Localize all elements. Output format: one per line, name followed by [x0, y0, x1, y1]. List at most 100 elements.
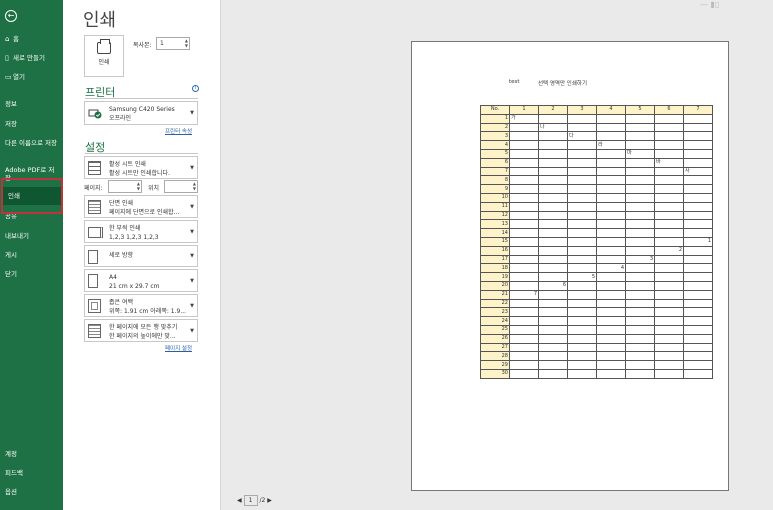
table-cell: [509, 157, 539, 168]
table-cell: [509, 148, 539, 159]
sidebar-item-feedback[interactable]: 피드백: [0, 469, 63, 477]
table-cell: 6: [538, 280, 568, 291]
table-cell: [567, 166, 597, 177]
table-row: 27: [480, 342, 713, 353]
table-cell: [654, 316, 684, 326]
table-row: 23: [480, 307, 713, 318]
table-row: 18 4: [480, 263, 713, 274]
table-row: 14: [480, 228, 713, 238]
table-cell: [596, 245, 626, 256]
table-cell: 1: [683, 236, 713, 247]
table-cell: [538, 210, 568, 221]
pages-to-input[interactable]: ▲ ▼: [164, 180, 198, 193]
table-cell: [654, 333, 684, 344]
table-cell: [596, 166, 626, 177]
table-cell: [538, 307, 568, 318]
copies-input[interactable]: 1 ▲ ▼: [156, 37, 190, 50]
table-row: 3다: [480, 131, 713, 142]
table-row: 20 6: [480, 280, 713, 291]
table-cell: [683, 351, 713, 362]
table-cell: [654, 192, 684, 203]
table-cell: [596, 298, 626, 309]
table-cell: [596, 324, 626, 335]
table-cell: [567, 113, 597, 124]
table-cell: [567, 175, 597, 186]
row-number-cell: 22: [480, 298, 510, 309]
table-row: 16 2: [480, 245, 713, 256]
table-cell: 7: [509, 289, 539, 300]
sidebar-item-account[interactable]: 계정: [0, 450, 63, 458]
current-page-input[interactable]: 1: [243, 495, 258, 506]
dropdown-arrow-icon: ▼: [190, 277, 194, 284]
table-cell: [625, 175, 655, 186]
table-cell: [683, 122, 713, 133]
dropdown-arrow-icon: ▼: [190, 302, 194, 309]
print-button[interactable]: 인쇄: [84, 35, 124, 77]
info-icon[interactable]: i: [192, 85, 199, 92]
table-header: No.: [480, 105, 510, 115]
table-row: 10: [480, 192, 713, 203]
sidebar-item-open[interactable]: ▭열기: [0, 73, 63, 81]
table-cell: [538, 166, 568, 177]
sidebar-item-save-as[interactable]: 다른 이름으로 저장: [0, 139, 58, 147]
sidebar-item-home[interactable]: ⌂ 홈: [0, 35, 63, 43]
sidebar-item-save[interactable]: 저장: [0, 120, 63, 128]
table-cell: [567, 219, 597, 230]
paper-size-select[interactable]: A4 21 cm x 29.7 cm ▼: [84, 269, 198, 292]
spin-arrows-icon[interactable]: ▲ ▼: [193, 181, 196, 191]
table-cell: [683, 333, 713, 344]
table-cell: [683, 307, 713, 318]
orientation-select[interactable]: 세로 방향 ▼: [84, 245, 198, 267]
row-number-cell: 20: [480, 280, 510, 291]
table-cell: [625, 368, 655, 379]
sides-select[interactable]: 단면 인쇄 페이지에 단면으로 인쇄합... ▼: [84, 195, 198, 218]
sidebar-item-publish[interactable]: 게시: [0, 251, 63, 259]
collation-select[interactable]: 한 부씩 인쇄 1,2,3 1,2,3 1,2,3 ▼: [84, 220, 198, 243]
row-number-cell: 21: [480, 289, 510, 300]
table-cell: [683, 360, 713, 370]
table-cell: [654, 148, 684, 159]
sidebar-item-export[interactable]: 내보내기: [0, 232, 63, 240]
row-number-cell: 17: [480, 254, 510, 265]
page-setup-link[interactable]: 페이지 설정: [165, 344, 192, 352]
table-cell: [596, 254, 626, 265]
to-label: 위치: [148, 185, 160, 192]
sidebar-item-new[interactable]: ▯ 새로 만들기: [0, 54, 63, 62]
table-cell: [567, 298, 597, 309]
table-cell: [596, 360, 626, 370]
spin-arrows-icon[interactable]: ▲ ▼: [137, 181, 140, 191]
row-number-cell: 9: [480, 184, 510, 194]
print-what-select[interactable]: 활성 시트 인쇄 활성 시트만 인쇄합니다. ▼: [84, 156, 198, 179]
total-pages: /2: [259, 497, 266, 504]
table-cell: [625, 351, 655, 362]
sidebar-item-options[interactable]: 옵션: [0, 488, 63, 496]
printer-properties-link[interactable]: 프린터 속성: [165, 127, 192, 135]
table-cell: [654, 342, 684, 353]
next-page-icon[interactable]: ▶: [267, 497, 272, 504]
row-number-cell: 8: [480, 175, 510, 186]
table-cell: [567, 289, 597, 300]
sidebar-item-close[interactable]: 닫기: [0, 270, 63, 278]
table-cell: [538, 131, 568, 142]
table-cell: [538, 298, 568, 309]
prev-page-icon[interactable]: ◀: [237, 497, 242, 504]
table-cell: [683, 245, 713, 256]
table-cell: [596, 192, 626, 203]
table-cell: [625, 272, 655, 282]
table-cell: [509, 122, 539, 133]
sidebar-item-info[interactable]: 정보: [0, 100, 63, 108]
row-number-cell: 18: [480, 263, 510, 274]
table-cell: [596, 280, 626, 291]
table-cell: [625, 184, 655, 194]
back-arrow-icon[interactable]: ←: [5, 10, 17, 22]
pages-from-input[interactable]: ▲ ▼: [108, 180, 142, 193]
table-cell: [625, 131, 655, 142]
row-number-cell: 5: [480, 148, 510, 159]
row-number-cell: 2: [480, 122, 510, 133]
divider: [85, 98, 198, 99]
margins-select[interactable]: 좁은 여백 위쪽: 1.91 cm 아래쪽: 1.9... ▼: [84, 294, 198, 317]
printer-select[interactable]: Samsung C420 Series 오프라인 ▼: [84, 101, 198, 125]
scaling-select[interactable]: 한 페이지에 모든 행 맞추기 한 페이지의 높이에만 맞... ▼: [84, 319, 198, 342]
spin-arrows-icon[interactable]: ▲ ▼: [185, 38, 188, 48]
table-cell: [683, 254, 713, 265]
